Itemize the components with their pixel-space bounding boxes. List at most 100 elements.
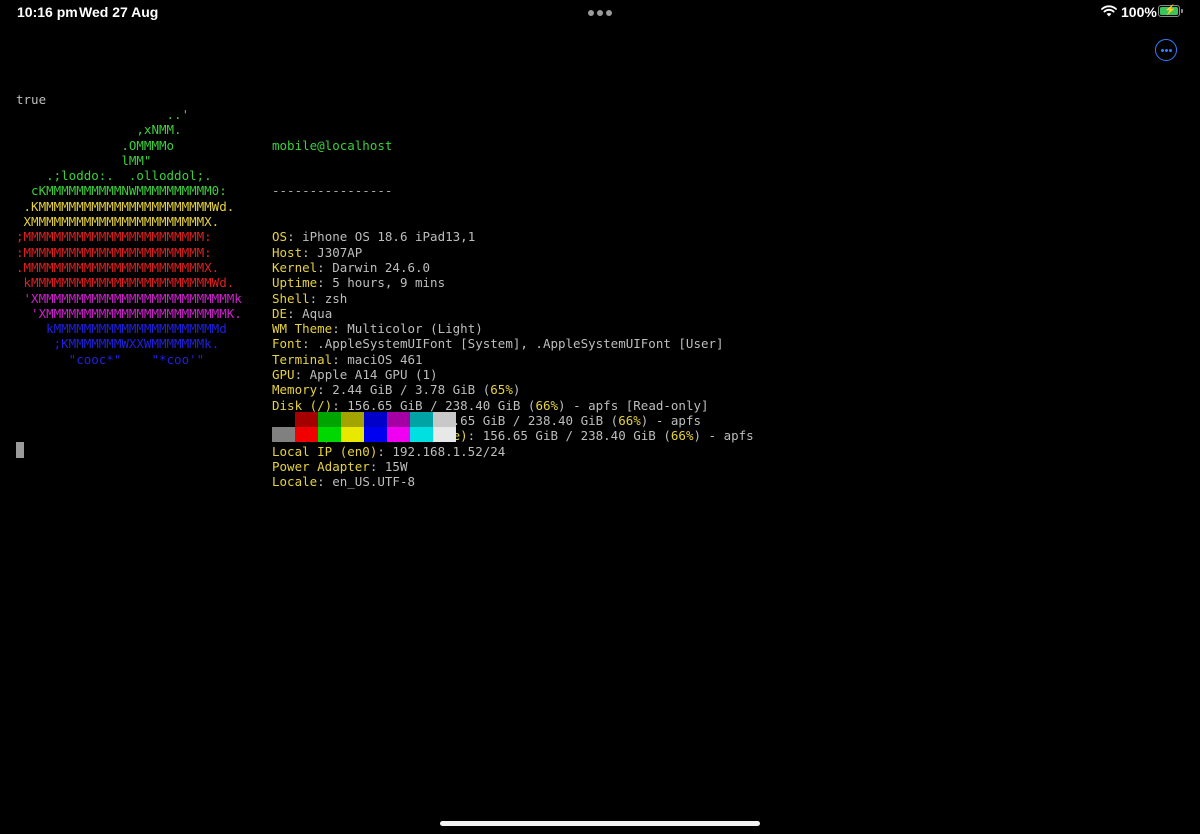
- info-value: 192.168.1.52/24: [392, 443, 506, 459]
- info-row: Memory: 2.44 GiB / 3.78 GiB (65%): [272, 382, 754, 397]
- color-swatch: [318, 427, 341, 442]
- info-value-suffix: ) - apfs: [640, 412, 702, 428]
- info-value: iPhone OS 18.6 iPad13,1: [302, 229, 476, 245]
- info-value: J307AP: [317, 244, 363, 260]
- charging-bolt-icon: ⚡: [1164, 5, 1177, 16]
- ascii-logo-line: :MMMMMMMMMMMMMMMMMMMMMMMM:: [16, 244, 212, 260]
- info-key: Disk (/): [272, 397, 333, 413]
- ascii-logo-line: XMMMMMMMMMMMMMMMMMMMMMMMX.: [16, 214, 220, 230]
- info-key: Kernel: [272, 259, 318, 275]
- color-swatch: [433, 412, 456, 427]
- info-colon: :: [287, 305, 303, 321]
- info-value: 2.44 GiB / 3.78 GiB (: [332, 382, 491, 398]
- multitask-dots-icon[interactable]: [588, 10, 612, 16]
- info-key: Font: [272, 336, 303, 352]
- ascii-logo-line: .;loddo:. .olloddol;.: [16, 168, 212, 184]
- info-key: Uptime: [272, 275, 318, 291]
- info-colon: :: [332, 321, 348, 337]
- info-key: WM Theme: [272, 321, 333, 337]
- ascii-logo-line: 'XMMMMMMMMMMMMMMMMMMMMMMMMMMk: [16, 290, 242, 306]
- color-swatch: [295, 427, 318, 442]
- info-colon: :: [294, 367, 310, 383]
- info-row: Locale: en_US.UTF-8: [272, 474, 754, 489]
- info-colon: :: [317, 275, 333, 291]
- apple-ascii-logo: ..' ,xNMM. .OMMMMo lMM" .;loddo:. .ollod…: [16, 107, 242, 367]
- info-value: maciOS 461: [347, 351, 423, 367]
- separator-line: ----------------: [272, 183, 393, 199]
- status-time: 10:16 pm: [17, 4, 78, 20]
- info-colon: :: [332, 397, 348, 413]
- ascii-logo-line: lMM": [16, 152, 152, 168]
- info-key: Local IP (en0): [272, 443, 378, 459]
- info-percentage: 65%: [490, 382, 513, 398]
- ascii-logo-line: ,xNMM.: [16, 122, 182, 138]
- info-row: Local IP (en0): 192.168.1.52/24: [272, 444, 754, 459]
- info-list: OS: iPhone OS 18.6 iPad13,1 Host: J307AP K…: [272, 229, 754, 489]
- color-swatch: [364, 427, 387, 442]
- color-swatch: [272, 427, 295, 442]
- info-row: Terminal: maciOS 461: [272, 352, 754, 367]
- info-key: DE: [272, 305, 288, 321]
- info-row: Disk (/): 156.65 GiB / 238.40 GiB (66%) …: [272, 398, 754, 413]
- info-value: Aqua: [302, 305, 333, 321]
- info-percentage: 66%: [670, 428, 694, 444]
- info-value: en_US.UTF-8: [332, 474, 416, 490]
- info-value-suffix: ): [512, 382, 521, 398]
- info-colon: :: [309, 290, 325, 306]
- more-options-button[interactable]: [1155, 39, 1177, 61]
- color-swatch: [410, 427, 433, 442]
- color-palette: [272, 412, 456, 442]
- color-swatch: [341, 427, 364, 442]
- palette-bright-row: [272, 427, 456, 442]
- color-swatch: [272, 412, 295, 427]
- info-row: Uptime: 5 hours, 9 mins: [272, 275, 754, 290]
- wifi-icon: [1101, 5, 1117, 17]
- info-key: OS: [272, 229, 288, 245]
- info-colon: :: [287, 229, 303, 245]
- terminal-cursor[interactable]: [16, 442, 24, 458]
- info-colon: :: [332, 351, 348, 367]
- info-colon: :: [377, 443, 393, 459]
- ascii-logo-line: "cooc*" "*coo'": [16, 351, 205, 367]
- info-row: Font: .AppleSystemUIFont [System], .Appl…: [272, 336, 754, 351]
- user-host: mobile@localhost: [272, 137, 393, 153]
- battery-tip: [1181, 9, 1183, 13]
- info-key: Locale: [272, 474, 318, 490]
- info-key: Memory: [272, 382, 318, 398]
- ascii-logo-line: kMMMMMMMMMMMMMMMMMMMMMMd: [16, 321, 227, 337]
- status-date: Wed 27 Aug: [79, 4, 159, 20]
- palette-normal-row: [272, 412, 456, 427]
- info-percentage: 66%: [618, 412, 641, 428]
- info-value-suffix: ) - apfs: [693, 428, 754, 444]
- info-value: 5 hours, 9 mins: [332, 275, 446, 291]
- info-key: Host: [272, 244, 303, 260]
- info-colon: :: [302, 336, 318, 352]
- battery-charging-icon: ⚡: [1158, 5, 1180, 17]
- info-value: 156.65 GiB / 238.40 GiB (: [347, 397, 536, 413]
- info-key: Power Adapter: [272, 458, 370, 474]
- info-row: Kernel: Darwin 24.6.0: [272, 260, 754, 275]
- info-colon: :: [317, 474, 333, 490]
- ascii-logo-line: .OMMMMo: [16, 137, 175, 153]
- info-row: WM Theme: Multicolor (Light): [272, 321, 754, 336]
- color-swatch: [387, 412, 410, 427]
- color-swatch: [433, 427, 456, 442]
- color-swatch: [318, 412, 341, 427]
- info-key: Terminal: [272, 351, 333, 367]
- color-swatch: [410, 412, 433, 427]
- info-value: Darwin 24.6.0: [332, 259, 431, 275]
- ascii-logo-line: ;MMMMMMMMMMMMMMMMMMMMMMMM:: [16, 229, 212, 245]
- battery-percentage: 100%: [1121, 4, 1157, 20]
- info-row: GPU: Apple A14 GPU (1): [272, 367, 754, 382]
- info-value-suffix: ) - apfs [Read-only]: [558, 397, 709, 413]
- info-value: zsh: [324, 290, 348, 306]
- info-value: 156.65 GiB / 238.40 GiB (: [482, 428, 671, 444]
- ascii-logo-line: cKMMMMMMMMMMNWMMMMMMMMMM0:: [16, 183, 227, 199]
- info-key: GPU: [272, 367, 295, 383]
- home-indicator[interactable]: [440, 821, 760, 826]
- color-swatch: [364, 412, 387, 427]
- info-colon: :: [317, 259, 333, 275]
- system-info: mobile@localhost ---------------- OS: iP…: [272, 107, 754, 505]
- ascii-logo-line: 'XMMMMMMMMMMMMMMMMMMMMMMMMK.: [16, 305, 242, 321]
- info-value: 15W: [384, 458, 408, 474]
